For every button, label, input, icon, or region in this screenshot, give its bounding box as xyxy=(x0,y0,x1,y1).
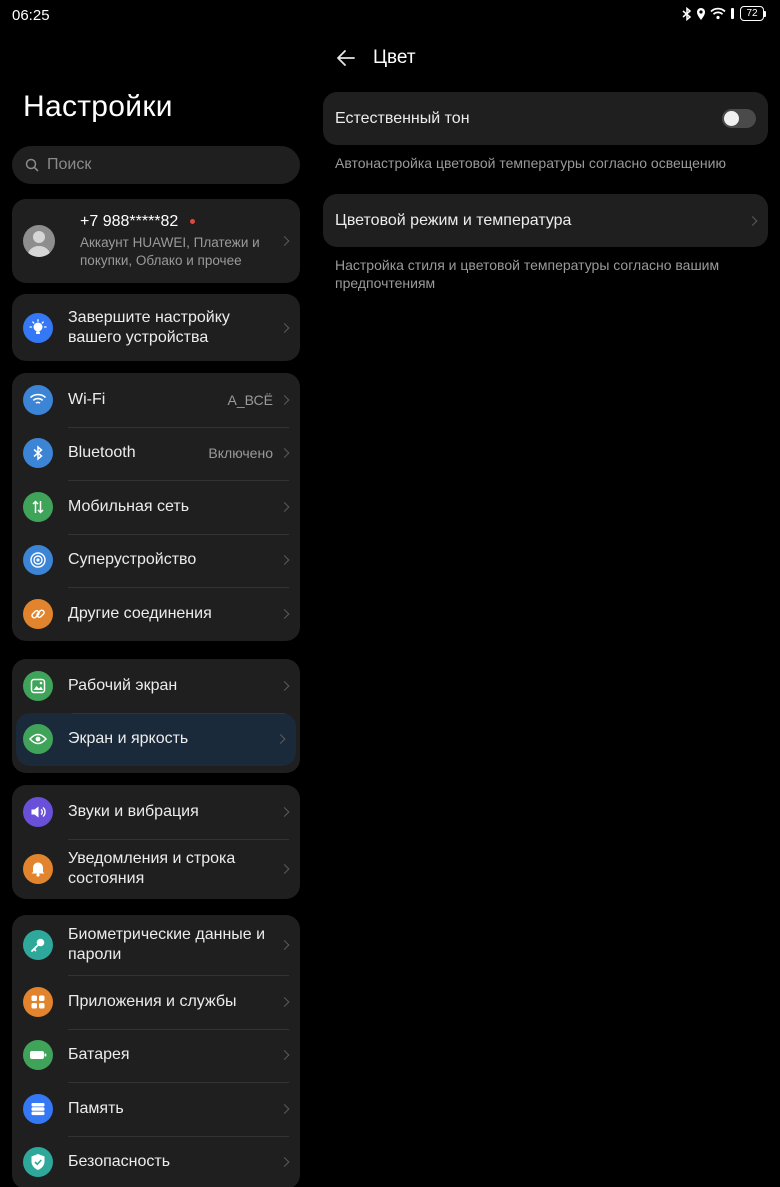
settings-item-apps[interactable]: Приложения и службы xyxy=(12,975,300,1029)
chevron-right-icon xyxy=(279,1103,290,1114)
connectivity-group: Wi-Fi A_ВСЁ Bluetooth Включено Мобильная… xyxy=(12,373,300,641)
color-mode-row[interactable]: Цветовой режим и температура xyxy=(323,194,768,247)
mobile-network-label: Мобильная сеть xyxy=(68,497,190,515)
biometrics-label: Биометрические данные и пароли xyxy=(68,926,266,963)
chevron-right-icon xyxy=(275,734,286,745)
settings-item-storage[interactable]: Память xyxy=(12,1082,300,1136)
settings-item-display-brightness[interactable]: Экран и яркость xyxy=(16,712,296,766)
settings-item-sounds[interactable]: Звуки и вибрация xyxy=(12,785,300,839)
account-subtitle: Аккаунт HUAWEI, Платежи и покупки, Облак… xyxy=(80,234,260,268)
home-screen-label: Рабочий экран xyxy=(68,676,178,694)
settings-item-superdevice[interactable]: Суперустройство xyxy=(12,533,300,588)
chevron-right-icon xyxy=(279,1157,290,1168)
chevron-right-icon xyxy=(279,501,290,512)
chevron-right-icon xyxy=(279,236,290,246)
settings-item-mobile-network[interactable]: Мобильная сеть xyxy=(12,480,300,534)
color-mode-label: Цветовой режим и температура xyxy=(335,211,572,229)
chevron-right-icon xyxy=(279,863,290,874)
search-bar[interactable] xyxy=(12,146,300,184)
eye-icon xyxy=(23,724,53,755)
settings-item-home-screen[interactable]: Рабочий экран xyxy=(12,659,300,713)
wifi-icon xyxy=(23,384,53,415)
speaker-icon xyxy=(23,796,53,827)
chevron-right-icon xyxy=(279,448,290,459)
chevron-right-icon xyxy=(279,322,290,333)
wifi-label: Wi-Fi xyxy=(68,390,106,408)
superdevice-icon xyxy=(23,545,53,576)
display-group: Рабочий экран Экран и яркость xyxy=(12,659,300,773)
color-mode-hint: Настройка стиля и цветовой температуры с… xyxy=(335,257,720,291)
link-icon xyxy=(23,598,53,629)
chevron-right-icon xyxy=(747,215,758,226)
shield-icon xyxy=(23,1147,53,1178)
battery-label: Батарея xyxy=(68,1046,130,1064)
apps-icon xyxy=(23,986,53,1017)
page-title-color: Цвет xyxy=(373,47,416,68)
back-arrow-icon[interactable] xyxy=(334,46,358,70)
notifications-label: Уведомления и строка состояния xyxy=(68,849,236,887)
page-title: Настройки xyxy=(23,90,173,123)
chevron-right-icon xyxy=(279,608,290,619)
account-phone: +7 988*****82 xyxy=(80,212,179,230)
chevron-right-icon xyxy=(279,1050,290,1061)
home-screen-icon xyxy=(23,670,53,701)
bluetooth-value: Включено xyxy=(208,445,273,462)
settings-item-battery[interactable]: Батарея xyxy=(12,1028,300,1083)
wifi-value: A_ВСЁ xyxy=(227,391,273,408)
chevron-right-icon xyxy=(279,680,290,691)
search-input[interactable] xyxy=(47,156,277,174)
storage-label: Память xyxy=(68,1099,124,1117)
lightbulb-icon xyxy=(23,312,53,343)
avatar xyxy=(23,225,55,257)
color-settings-pane: Цвет Естественный тон Автонастройка цвет… xyxy=(312,0,780,1187)
chevron-right-icon xyxy=(279,555,290,566)
system-group: Биометрические данные и пароли Приложени… xyxy=(12,915,300,1187)
apps-label: Приложения и службы xyxy=(68,992,237,1010)
battery-icon xyxy=(23,1040,53,1071)
settings-item-other-connections[interactable]: Другие соединения xyxy=(12,587,300,641)
chevron-right-icon xyxy=(279,394,290,405)
settings-item-bluetooth[interactable]: Bluetooth Включено xyxy=(12,426,300,481)
security-label: Безопасность xyxy=(68,1153,171,1171)
settings-item-notifications[interactable]: Уведомления и строка состояния xyxy=(12,838,300,899)
key-icon xyxy=(23,930,53,960)
sounds-label: Звуки и вибрация xyxy=(68,802,199,820)
superdevice-label: Суперустройство xyxy=(68,551,197,569)
other-connections-label: Другие соединения xyxy=(68,604,212,622)
bell-icon xyxy=(23,853,53,884)
chevron-right-icon xyxy=(279,806,290,817)
chevron-right-icon xyxy=(279,940,290,950)
natural-tone-toggle[interactable] xyxy=(722,109,756,128)
natural-tone-hint: Автонастройка цветовой температуры согла… xyxy=(335,155,726,171)
bluetooth-label: Bluetooth xyxy=(68,444,136,462)
notification-dot xyxy=(190,219,196,224)
settings-item-wifi[interactable]: Wi-Fi A_ВСЁ xyxy=(12,373,300,427)
setup-card[interactable]: Завершите настройку вашего устройства xyxy=(12,294,300,361)
mobile-network-icon xyxy=(23,491,53,522)
storage-icon xyxy=(23,1093,53,1124)
display-brightness-label: Экран и яркость xyxy=(68,730,189,748)
natural-tone-label: Естественный тон xyxy=(335,109,470,127)
bluetooth-icon xyxy=(23,438,53,469)
sound-group: Звуки и вибрация Уведомления и строка со… xyxy=(12,785,300,899)
settings-item-security[interactable]: Безопасность xyxy=(12,1135,300,1187)
natural-tone-row[interactable]: Естественный тон xyxy=(323,92,768,145)
settings-item-biometrics[interactable]: Биометрические данные и пароли xyxy=(12,915,300,975)
chevron-right-icon xyxy=(279,996,290,1007)
search-icon xyxy=(25,158,39,172)
setup-label: Завершите настройку вашего устройства xyxy=(68,308,230,346)
account-card[interactable]: +7 988*****82 Аккаунт HUAWEI, Платежи и … xyxy=(12,199,300,283)
settings-list-pane: Настройки +7 988*****82 Аккаунт HUAWEI, … xyxy=(0,0,312,1187)
